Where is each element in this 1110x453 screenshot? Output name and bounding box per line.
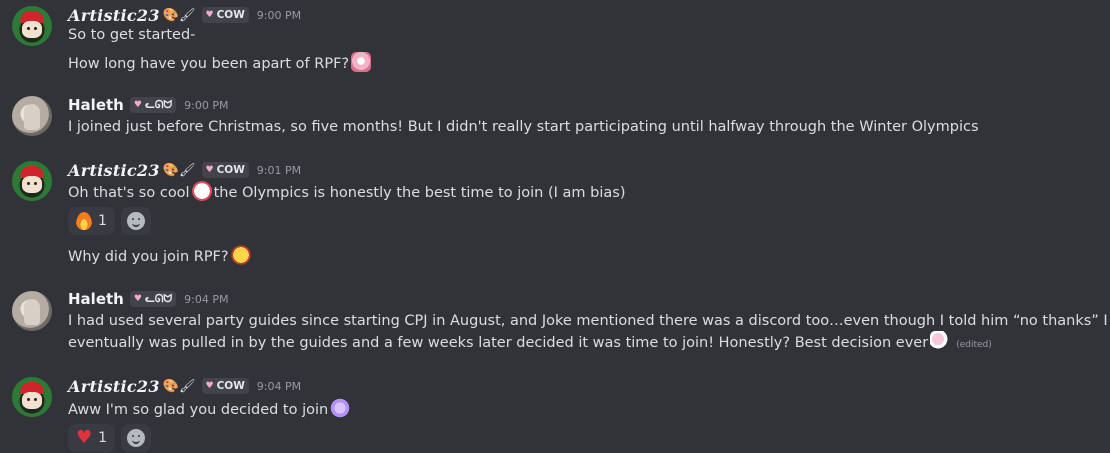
custom-emoji-icon[interactable] xyxy=(230,245,251,265)
heart-icon: ♥ xyxy=(205,381,214,391)
message-text: How long have you been apart of RPF? xyxy=(68,52,373,74)
name-decoration: 🎨🖌 xyxy=(162,162,196,178)
reaction-heart[interactable]: ♥ 1 xyxy=(68,424,116,452)
author-name[interactable]: Artistic23 xyxy=(68,161,160,180)
avatar[interactable] xyxy=(12,6,52,46)
heart-icon: ♥ xyxy=(205,10,214,20)
edited-label: (edited) xyxy=(956,340,992,350)
author-name[interactable]: Artistic23 xyxy=(68,377,160,396)
server-tag[interactable]: ♥ COW xyxy=(201,7,249,23)
timestamp[interactable]: 9:04 PM xyxy=(257,380,301,393)
heart-icon: ♥ xyxy=(133,100,142,110)
name-decoration: 🎨🖌 xyxy=(162,378,196,394)
smile-icon xyxy=(126,212,145,230)
timestamp[interactable]: 9:04 PM xyxy=(184,293,228,306)
heart-icon: ♥ xyxy=(133,294,142,304)
server-tag[interactable]: ♥ ᓚᘏᗢ xyxy=(129,291,177,307)
author-name[interactable]: Haleth xyxy=(68,96,124,114)
fire-icon xyxy=(76,212,92,230)
name-decoration: 🎨🖌 xyxy=(162,7,196,23)
author-name[interactable]: Artistic23 xyxy=(68,6,160,25)
message-text: Why did you join RPF? xyxy=(68,245,253,267)
message-text: I had used several party guides since st… xyxy=(68,313,1108,351)
reaction-bar: ♥ 1 xyxy=(68,424,152,452)
red-heart-icon: ♥ xyxy=(76,427,93,448)
avatar[interactable] xyxy=(12,291,52,331)
timestamp[interactable]: 9:01 PM xyxy=(257,164,301,177)
avatar[interactable] xyxy=(12,96,52,136)
custom-emoji-icon[interactable] xyxy=(330,398,351,418)
smile-icon xyxy=(127,429,146,447)
server-tag[interactable]: ♥ ᓚᘏᗢ xyxy=(129,97,177,113)
server-tag[interactable]: ♥ COW xyxy=(201,162,249,178)
timestamp[interactable]: 9:00 PM xyxy=(257,9,301,22)
custom-emoji-icon[interactable] xyxy=(191,181,212,201)
message-text: I joined just before Christmas, so five … xyxy=(68,119,979,135)
reaction-fire[interactable]: 1 xyxy=(68,207,115,235)
message-text: Aww I'm so glad you decided to join xyxy=(68,398,352,420)
heart-icon: ♥ xyxy=(205,165,214,175)
timestamp[interactable]: 9:00 PM xyxy=(184,99,228,112)
add-reaction-button[interactable] xyxy=(120,207,151,235)
avatar[interactable] xyxy=(12,377,52,417)
message-text: Oh that's so cool the Olympics is honestl… xyxy=(68,181,625,203)
reaction-bar: 1 xyxy=(68,207,151,235)
hearts-emoji-icon[interactable] xyxy=(930,331,951,351)
avatar[interactable] xyxy=(12,161,52,201)
message-text: So to get started- xyxy=(68,27,196,43)
server-tag[interactable]: ♥ COW xyxy=(201,378,249,394)
author-name[interactable]: Haleth xyxy=(68,290,124,308)
custom-emoji-icon[interactable] xyxy=(351,52,372,72)
add-reaction-button[interactable] xyxy=(121,424,152,452)
